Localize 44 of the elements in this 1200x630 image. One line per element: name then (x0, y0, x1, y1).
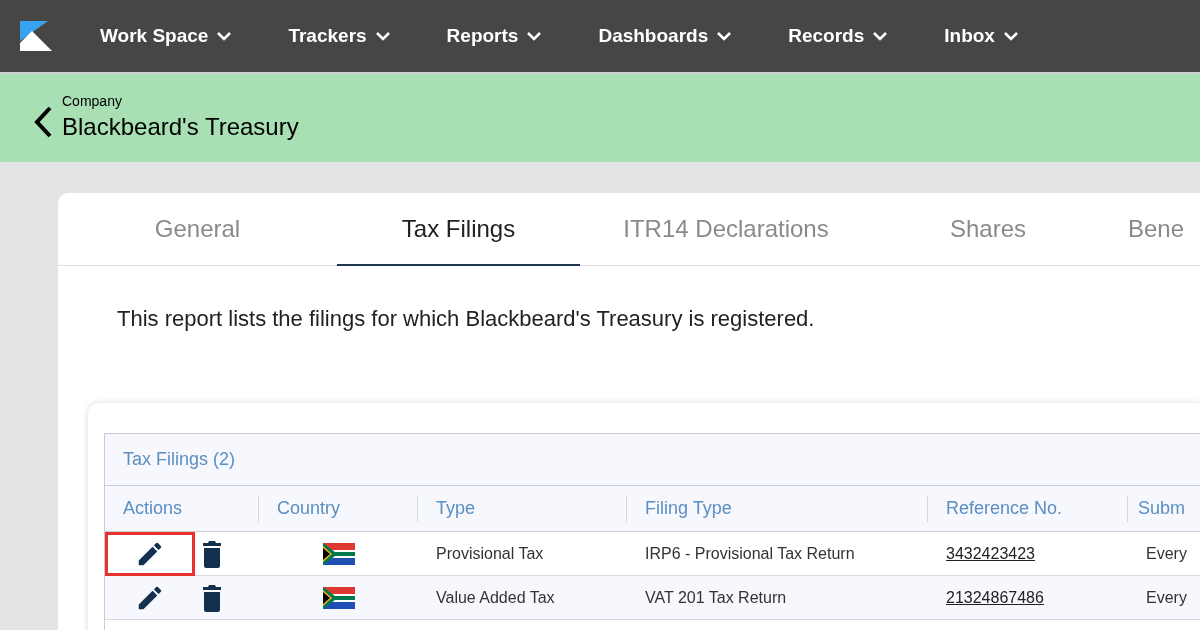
table-title: Tax Filings (2) (123, 448, 236, 471)
reference-link[interactable]: 21324867486 (946, 588, 1044, 606)
delete-button[interactable] (201, 582, 223, 613)
column-header[interactable]: Reference No. (946, 495, 1063, 522)
nav-menu[interactable]: Records (788, 21, 889, 51)
chevron-down-icon (872, 31, 889, 41)
tab[interactable]: Tax Filings (337, 193, 580, 266)
table-cell: Provisional Tax (436, 544, 544, 562)
reference-link[interactable]: 3432423423 (946, 544, 1035, 562)
description-text: This report lists the filings for which Blackbeard's Treasury is registered. (117, 305, 816, 333)
chevron-down-icon (216, 31, 233, 41)
tab[interactable]: General (58, 193, 337, 266)
trash-icon (201, 582, 223, 613)
column-header[interactable]: Actions (123, 495, 183, 522)
column-header[interactable]: Subm (1138, 495, 1186, 522)
breadcrumb-label: Company (62, 92, 123, 110)
nav-menu[interactable]: Inbox (944, 21, 1019, 51)
tab[interactable]: Shares (872, 193, 1104, 266)
tab[interactable]: Bene (1104, 193, 1200, 266)
edit-button[interactable] (105, 531, 195, 576)
logo-icon[interactable] (18, 19, 54, 53)
chevron-down-icon (716, 31, 733, 41)
nav-menu[interactable]: Trackers (288, 21, 391, 51)
flag-icon (322, 586, 355, 609)
nav-menu[interactable]: Work Space (100, 21, 233, 51)
column-header[interactable]: Type (436, 495, 476, 522)
table-cell: IRP6 - Provisional Tax Return (645, 544, 855, 562)
chevron-down-icon (374, 31, 391, 41)
column-header[interactable]: Filing Type (645, 495, 732, 522)
page-title: Blackbeard's Treasury (62, 112, 299, 142)
flag-icon (322, 542, 355, 565)
delete-button[interactable] (201, 538, 223, 569)
table-cell: Every (1146, 544, 1187, 562)
table-cell: VAT 201 Tax Return (645, 588, 787, 606)
table-cell: Value Added Tax (436, 588, 555, 606)
tab[interactable]: ITR14 Declarations (580, 193, 872, 266)
trash-icon (201, 538, 223, 569)
chevron-down-icon (1002, 31, 1019, 41)
back-icon[interactable] (32, 105, 54, 139)
table-cell: Every (1146, 588, 1187, 606)
chevron-down-icon (526, 31, 543, 41)
nav-menu[interactable]: Reports (446, 21, 543, 51)
nav-menu[interactable]: Dashboards (598, 21, 733, 51)
column-header[interactable]: Country (277, 495, 341, 522)
